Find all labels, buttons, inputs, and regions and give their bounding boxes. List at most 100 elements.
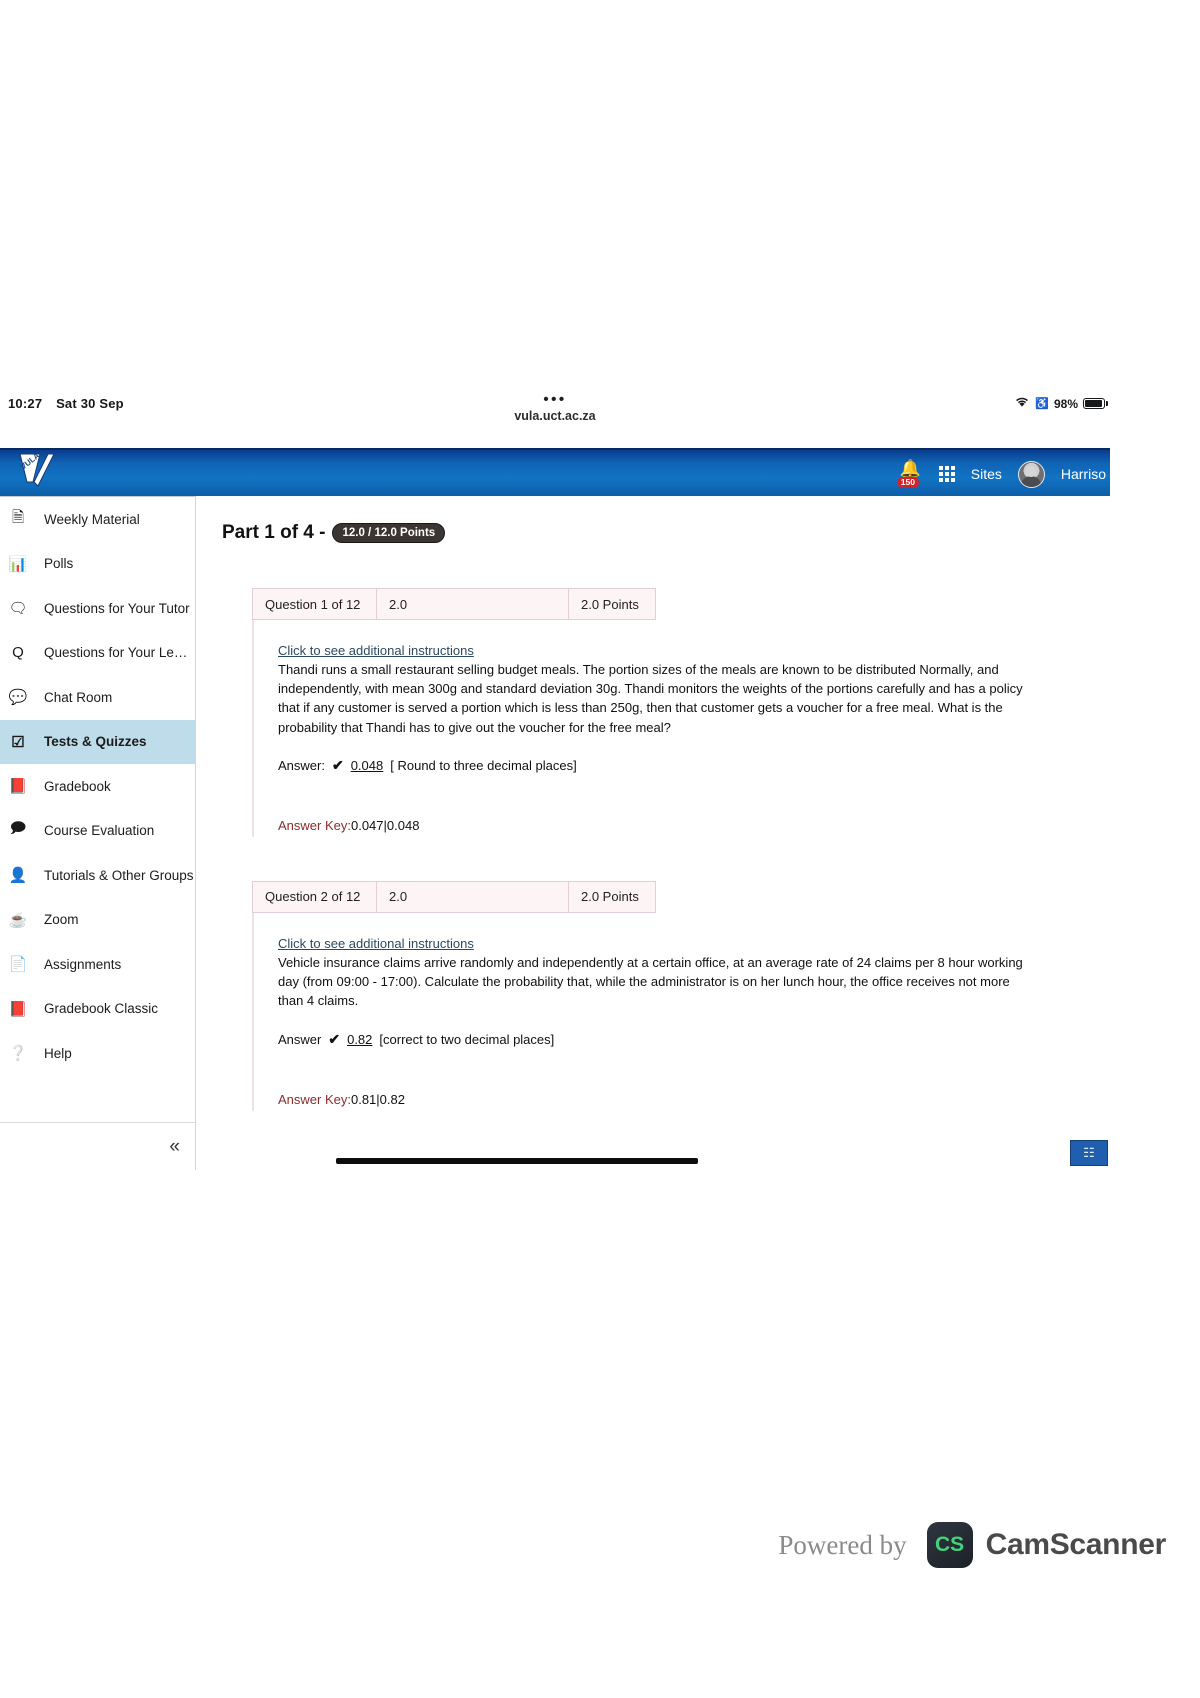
sidebar-item-gradebook[interactable]: 📕 Gradebook [0,764,195,809]
avatar[interactable] [1017,460,1045,488]
bar-chart-icon: 📊 [8,555,28,573]
answer-label: Answer [278,1031,322,1047]
answer-key-value: 0.81|0.82 [350,1091,405,1107]
answer-key: Answer Key:0.047|0.048 [278,818,1110,833]
check-icon: ✔ [328,1030,341,1047]
collapse-sidebar-icon[interactable]: « [169,1136,180,1158]
checkbox-icon: ☑ [11,733,25,751]
sites-menu-label[interactable]: Sites [971,466,1002,482]
tab-overview-dots[interactable]: ••• [0,392,1110,407]
battery-percent-label: 98% [1053,396,1078,411]
answer-note: [ Round to three decimal places] [390,757,577,773]
sidebar-item-course-evaluation[interactable]: 🗩 Course Evaluation [0,809,195,854]
grid-icon[interactable] [938,466,955,482]
answer-key: Answer Key:0.81|0.82 [278,1092,1110,1107]
sidebar-item-assignments[interactable]: 📄 Assignments [0,942,195,987]
powered-by-label: Powered by [778,1529,907,1560]
site-header: VULA 🔔 150 Sites Harriso [0,448,1110,496]
answer-note: [correct to two decimal places] [379,1031,555,1047]
sidebar-item-weekly-material[interactable]: 🗎 Weekly Material [0,497,195,542]
sidebar-item-questions-for-your-le[interactable]: Q Questions for Your Le… [0,631,195,676]
sidebar-collapse-row[interactable]: « [0,1122,196,1170]
sidebar-item-questions-for-your-tutor[interactable]: 🗨 Questions for Your Tutor [0,586,195,631]
question-spacer [222,837,1110,881]
scan-artifact-chip: ☷ [1070,1140,1108,1166]
camscanner-logo: CS CamScanner [926,1522,1167,1568]
question-header-bar: Question 2 of 12 2.0 2.0 Points [252,880,656,913]
page-title: Part 1 of 4 - 12.0 / 12.0 Points [222,522,1110,544]
person-icon: 👤 [8,867,28,885]
vula-logo[interactable]: VULA [14,451,70,498]
question-text: Thandi runs a small restaurant selling b… [278,662,1023,735]
user-name-label[interactable]: Harriso [1061,466,1106,482]
file-icon: 📄 [8,956,28,974]
address-bar-url[interactable]: vula.uct.ac.za [0,409,1110,423]
status-badge: 12.0 / 12.0 Points [332,523,446,543]
ios-status-bar: 10:27 Sat 30 Sep ••• vula.uct.ac.za ♿ 98… [0,390,1110,448]
sidebar-item-zoom[interactable]: ☕ Zoom [0,898,195,943]
sidebar-item-label: Questions for Your Le… [44,645,188,661]
sidebar-item-label: Tests & Quizzes [44,734,147,750]
cup-icon: ☕ [8,911,28,929]
camscanner-name: CamScanner [985,1528,1167,1561]
additional-instructions-link[interactable]: Click to see additional instructions [278,643,474,658]
question-body: Click to see additional instructions Vehi… [252,912,1110,1111]
sidebar-item-label: Weekly Material [44,511,140,527]
additional-instructions-link[interactable]: Click to see additional instructions [278,936,474,951]
sidebar-item-tests-quizzes[interactable]: ☑ Tests & Quizzes [0,719,195,764]
wifi-icon [1014,396,1030,411]
question-text: Vehicle insurance claims arrive randomly… [278,954,1023,1009]
question-header-bar: Question 1 of 12 2.0 2.0 Points [252,588,656,620]
notifications-button[interactable]: 🔔 150 [896,455,923,493]
sidebar-item-label: Gradebook Classic [44,1001,159,1017]
sidebar-item-label: Course Evaluation [44,823,155,839]
book-icon: 📕 [8,1000,28,1018]
sidebar-item-label: Gradebook [44,778,111,794]
sidebar-item-tutorials-other-groups[interactable]: 👤 Tutorials & Other Groups [0,853,195,898]
question-block: Question 1 of 12 2.0 2.0 Points Click to se… [222,588,1110,837]
sidebar-item-label: Questions for Your Tutor [44,600,190,616]
sidebar-item-gradebook-classic[interactable]: 📕 Gradebook Classic [0,987,195,1032]
camscanner-watermark: Powered by CS CamScanner [778,1522,1166,1568]
chat-bubbles-icon: 🗨 [8,600,28,618]
question-score: 2.0 [377,589,569,619]
answer-label: Answer: [278,757,325,773]
speech-bubble-icon: 🗩 [9,820,27,838]
scanned-screenshot: 10:27 Sat 30 Sep ••• vula.uct.ac.za ♿ 98… [0,390,1110,1170]
answer-value: 0.048 [350,757,384,773]
answer-key-value: 0.047|0.048 [350,817,420,833]
answer-line: Answer: ✔ 0.048 [ Round to three decimal pl… [278,757,1110,774]
lock-icon: ♿ [1035,398,1049,410]
question-number: Question 2 of 12 [253,881,377,912]
book-icon: 📕 [8,778,28,796]
sidebar-item-label: Tutorials & Other Groups [44,867,194,883]
answer-line: Answer ✔ 0.82 [correct to two decimal place… [278,1031,1110,1048]
document-icon: 🗎 [11,508,25,526]
question-list: Question 1 of 12 2.0 2.0 Points Click to se… [222,588,1110,1111]
q-letter-icon: Q [12,644,24,662]
question-number: Question 1 of 12 [253,589,377,619]
sidebar-item-label: Chat Room [44,689,113,705]
sidebar-item-label: Polls [44,556,74,572]
page-root: 10:27 Sat 30 Sep ••• vula.uct.ac.za ♿ 98… [0,0,1200,1698]
tool-sidebar: 🗎 Weekly Material 📊 Polls 🗨 Questions for You… [0,496,196,1170]
question-score: 2.0 [377,881,569,912]
bell-icon: 🔔 [899,459,921,478]
chat-bubble-icon: 💬 [8,689,28,707]
sidebar-item-help[interactable]: ❔ Help [0,1031,195,1076]
check-icon: ✔ [331,756,344,773]
header-actions: 🔔 150 Sites Harriso [896,450,1110,498]
sidebar-item-label: Zoom [44,912,79,928]
battery-icon [1083,398,1108,409]
answer-key-label: Answer Key: [278,1091,351,1107]
assessment-content: Part 1 of 4 - 12.0 / 12.0 Points Questio… [196,496,1110,1170]
part-title-text: Part 1 of 4 - [222,522,326,543]
question-points: 2.0 Points [581,596,639,612]
sidebar-item-chat-room[interactable]: 💬 Chat Room [0,675,195,720]
browser-address-area[interactable]: ••• vula.uct.ac.za [0,392,1110,423]
answer-value: 0.82 [347,1031,373,1047]
question-block: Question 2 of 12 2.0 2.0 Points Click to se… [222,880,1110,1111]
status-bar-right: ♿ 98% [1014,396,1108,411]
camscanner-mark-icon: CS [926,1522,973,1568]
sidebar-item-polls[interactable]: 📊 Polls [0,542,195,587]
